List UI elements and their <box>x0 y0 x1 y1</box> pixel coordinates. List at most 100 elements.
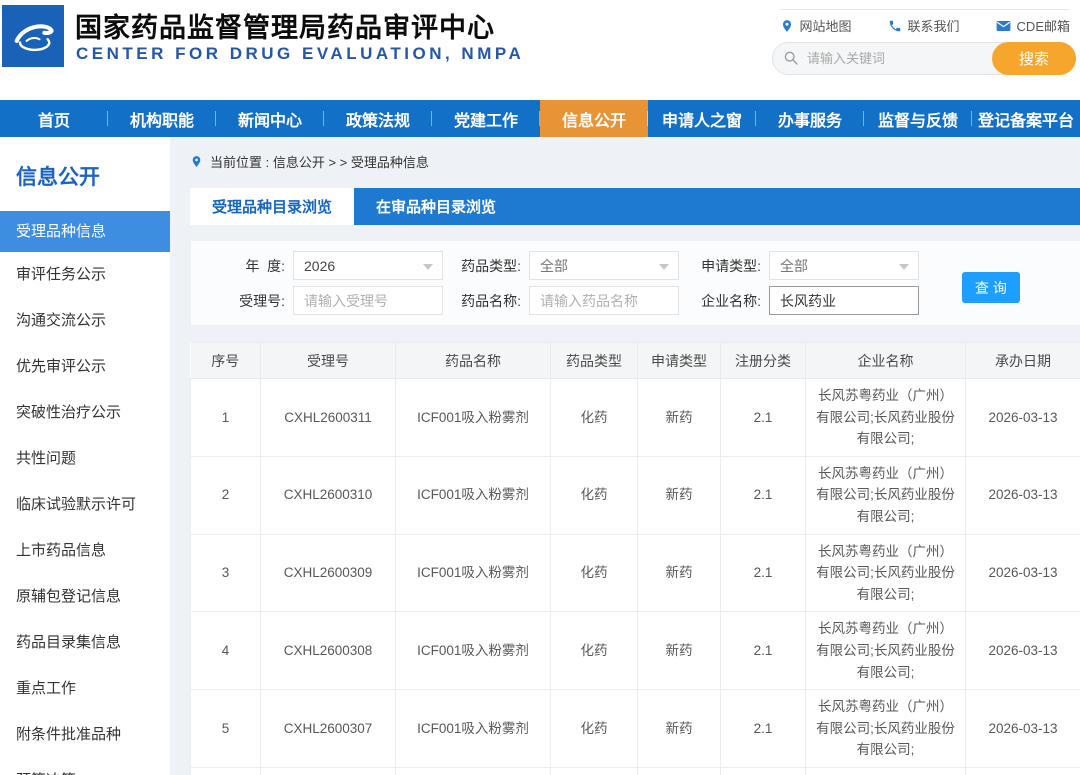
cell-accept-no: CXHL2600310 <box>261 456 396 534</box>
breadcrumb: 当前位置 : 信息公开 > > 受理品种信息 <box>190 148 1080 174</box>
location-pin-icon <box>190 154 203 169</box>
content: 当前位置 : 信息公开 > > 受理品种信息 受理品种目录浏览 在审品种目录浏览… <box>190 137 1080 775</box>
sitemap-link[interactable]: 网站地图 <box>780 16 852 35</box>
table-row[interactable]: 2 CXHL2600310 ICF001吸入粉雾剂 化药 新药 2.1 长风苏粤… <box>191 456 1080 534</box>
sidebar-item[interactable]: 优先审评公示 <box>0 344 170 390</box>
nav-item[interactable]: 登记备案平台 <box>972 100 1080 137</box>
tab-under-review-catalog[interactable]: 在审品种目录浏览 <box>354 188 518 225</box>
cell-drug-type: 化药 <box>551 690 638 768</box>
nav-item[interactable]: 首页 <box>0 100 108 137</box>
nav-item[interactable]: 政策法规 <box>324 100 432 137</box>
table-row[interactable]: 4 CXHL2600308 ICF001吸入粉雾剂 化药 新药 2.1 长风苏粤… <box>191 612 1080 690</box>
table-row[interactable]: 3 CXHL2600309 ICF001吸入粉雾剂 化药 新药 2.1 长风苏粤… <box>191 534 1080 612</box>
sitemap-label: 网站地图 <box>800 16 852 35</box>
nav-item[interactable]: 监督与反馈 <box>864 100 972 137</box>
apply-type-value: 全部 <box>780 256 808 276</box>
cell-accept-no: CXHL2600306 <box>261 767 396 775</box>
cell-reg-class: 2.1 <box>721 690 806 768</box>
cell-accept-no: CXHL2600308 <box>261 612 396 690</box>
cell-drug-type: 化药 <box>551 456 638 534</box>
cell-date: 2026-03-13 <box>966 767 1080 775</box>
page-subtitle: CENTER FOR DRUG EVALUATION, NMPA <box>76 44 524 64</box>
cell-drug-name: ICF001吸入粉雾剂 <box>396 767 551 775</box>
cell-apply-type: 新药 <box>638 690 721 768</box>
filter-panel: 年 度: 2026 药品类型: 全部 申请类型: 全部 <box>190 240 1080 326</box>
nav-item[interactable]: 申请人之窗 <box>648 100 756 137</box>
sidebar-item[interactable]: 临床试验默示许可 <box>0 482 170 528</box>
year-select[interactable]: 2026 <box>293 251 443 280</box>
cell-apply-type: 新药 <box>638 612 721 690</box>
nav-item[interactable]: 新闻中心 <box>216 100 324 137</box>
results-table: 序号受理号药品名称药品类型申请类型注册分类企业名称承办日期 1 CXHL2600… <box>190 342 1080 775</box>
search-button[interactable]: 搜索 <box>992 42 1076 75</box>
year-value: 2026 <box>304 258 335 274</box>
contact-label: 联系我们 <box>908 16 960 35</box>
filter-row-2: 受理号: 药品名称: 企业名称: <box>227 286 1080 315</box>
sidebar-item[interactable]: 药品目录集信息 <box>0 620 170 666</box>
column-header: 序号 <box>191 343 261 379</box>
cell-seq: 2 <box>191 456 261 534</box>
cell-seq: 3 <box>191 534 261 612</box>
swan-logo-icon <box>7 10 59 62</box>
drug-name-input[interactable] <box>529 286 679 315</box>
table-row[interactable]: 5 CXHL2600307 ICF001吸入粉雾剂 化药 新药 2.1 长风苏粤… <box>191 690 1080 768</box>
cell-apply-type: 新药 <box>638 534 721 612</box>
query-button[interactable]: 查 询 <box>962 272 1020 303</box>
tab-accepted-catalog[interactable]: 受理品种目录浏览 <box>190 188 354 225</box>
sidebar-item[interactable]: 预算决算 <box>0 758 170 775</box>
cell-drug-name: ICF001吸入粉雾剂 <box>396 690 551 768</box>
column-header: 注册分类 <box>721 343 806 379</box>
sidebar-item[interactable]: 上市药品信息 <box>0 528 170 574</box>
cell-apply-type: 新药 <box>638 379 721 457</box>
mailbox-link[interactable]: CDE邮箱 <box>996 16 1070 35</box>
drug-type-select[interactable]: 全部 <box>529 251 679 280</box>
map-pin-icon <box>780 19 794 33</box>
page-title: 国家药品监督管理局药品审评中心 <box>75 6 495 45</box>
sidebar-item[interactable]: 共性问题 <box>0 436 170 482</box>
apply-type-select[interactable]: 全部 <box>769 251 919 280</box>
cell-date: 2026-03-13 <box>966 456 1080 534</box>
table-row[interactable]: 6 CXHL2600306 ICF001吸入粉雾剂 化药 新药 2.1 长风苏粤… <box>191 767 1080 775</box>
nav-item[interactable]: 办事服务 <box>756 100 864 137</box>
cell-date: 2026-03-13 <box>966 379 1080 457</box>
sidebar-item[interactable]: 附条件批准品种 <box>0 712 170 758</box>
contact-link[interactable]: 联系我们 <box>888 16 960 35</box>
accept-no-input[interactable] <box>293 286 443 315</box>
accept-no-label: 受理号: <box>227 291 285 311</box>
sidebar-item[interactable]: 受理品种信息 <box>0 211 170 252</box>
column-header: 药品名称 <box>396 343 551 379</box>
cell-reg-class: 2.1 <box>721 767 806 775</box>
nav-item[interactable]: 信息公开 <box>540 100 648 137</box>
sidebar-item[interactable]: 沟通交流公示 <box>0 298 170 344</box>
nav-item[interactable]: 党建工作 <box>432 100 540 137</box>
year-label: 年 度: <box>227 256 285 276</box>
cell-reg-class: 2.1 <box>721 612 806 690</box>
cell-reg-class: 2.1 <box>721 534 806 612</box>
drug-type-label: 药品类型: <box>455 256 521 276</box>
main-area: 信息公开 受理品种信息 审评任务公示 沟通交流公示 优先审评公示 突破性治疗公示… <box>0 137 1080 775</box>
column-header: 承办日期 <box>966 343 1080 379</box>
cell-accept-no: CXHL2600311 <box>261 379 396 457</box>
company-input[interactable] <box>769 286 919 315</box>
nav-item[interactable]: 机构职能 <box>108 100 216 137</box>
sidebar-item[interactable]: 重点工作 <box>0 666 170 712</box>
cell-accept-no: CXHL2600307 <box>261 690 396 768</box>
cell-drug-name: ICF001吸入粉雾剂 <box>396 534 551 612</box>
sidebar-item[interactable]: 突破性治疗公示 <box>0 390 170 436</box>
mailbox-label: CDE邮箱 <box>1017 16 1070 35</box>
cell-reg-class: 2.1 <box>721 456 806 534</box>
cell-company: 长风苏粤药业（广州）有限公司;长风药业股份有限公司; <box>806 612 966 690</box>
search-icon <box>783 50 799 66</box>
cell-seq: 5 <box>191 690 261 768</box>
cell-drug-name: ICF001吸入粉雾剂 <box>396 379 551 457</box>
drug-name-label: 药品名称: <box>455 291 521 311</box>
apply-type-label: 申请类型: <box>695 256 761 276</box>
sidebar-item[interactable]: 审评任务公示 <box>0 252 170 298</box>
cell-date: 2026-03-13 <box>966 534 1080 612</box>
breadcrumb-text: 当前位置 : 信息公开 > > 受理品种信息 <box>210 152 429 171</box>
cell-seq: 4 <box>191 612 261 690</box>
table-row[interactable]: 1 CXHL2600311 ICF001吸入粉雾剂 化药 新药 2.1 长风苏粤… <box>191 379 1080 457</box>
column-header: 申请类型 <box>638 343 721 379</box>
sidebar-item[interactable]: 原辅包登记信息 <box>0 574 170 620</box>
column-header: 受理号 <box>261 343 396 379</box>
